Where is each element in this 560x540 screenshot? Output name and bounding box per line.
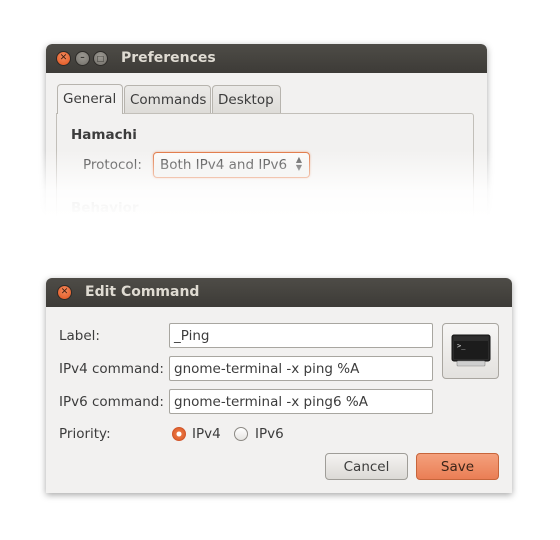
tab-commands[interactable]: Commands [124,85,211,113]
minimize-window-button[interactable]: – [75,51,90,66]
command-icon-button[interactable]: >_ [442,323,499,379]
tab-general[interactable]: General [57,84,123,114]
cancel-button[interactable]: Cancel [325,453,408,480]
priority-label: Priority: [59,426,111,442]
svg-text:>_: >_ [457,342,466,350]
close-dialog-button[interactable]: ✕ [57,285,72,300]
terminal-icon: >_ [451,334,490,367]
ipv6-command-input[interactable]: gnome-terminal -x ping6 %A [169,389,433,414]
preferences-window: ✕ – □ Preferences General Commands Deskt… [46,44,487,216]
ipv4-command-input[interactable]: gnome-terminal -x ping %A [169,356,433,381]
maximize-icon: □ [96,53,105,63]
ipv4-command-label: IPv4 command: [59,361,164,377]
protocol-value: Both IPv4 and IPv6 [160,157,288,173]
label-input[interactable]: _Ping [169,323,433,348]
protocol-combobox[interactable]: Both IPv4 and IPv6 ▲ ▼ [153,152,310,178]
close-icon: ✕ [59,53,68,63]
maximize-window-button[interactable]: □ [93,51,108,66]
tab-desktop[interactable]: Desktop [212,85,281,113]
protocol-label: Protocol: [83,157,142,173]
priority-ipv6-radio[interactable] [234,427,248,441]
spin-arrows-icon: ▲ ▼ [295,155,302,172]
save-button[interactable]: Save [416,453,499,480]
preferences-titlebar[interactable]: ✕ – □ Preferences [46,44,487,73]
priority-ipv4-radio[interactable] [172,427,186,441]
edit-command-dialog: ✕ Edit Command Label: _Ping IPv4 command… [46,278,512,493]
section-heading-behavior: Behavior [71,200,139,216]
close-icon: ✕ [60,287,69,297]
section-heading-hamachi: Hamachi [71,127,137,143]
dialog-title: Edit Command [85,284,200,300]
label-field-label: Label: [59,328,100,344]
ipv6-command-label: IPv6 command: [59,394,164,410]
window-title: Preferences [121,50,216,66]
general-tab-panel: Hamachi Protocol: Both IPv4 and IPv6 ▲ ▼ … [56,113,474,216]
minimize-icon: – [80,53,85,63]
priority-ipv4-label[interactable]: IPv4 [192,426,221,442]
edit-command-titlebar[interactable]: ✕ Edit Command [46,278,512,307]
priority-ipv6-label[interactable]: IPv6 [255,426,284,442]
close-window-button[interactable]: ✕ [56,51,71,66]
